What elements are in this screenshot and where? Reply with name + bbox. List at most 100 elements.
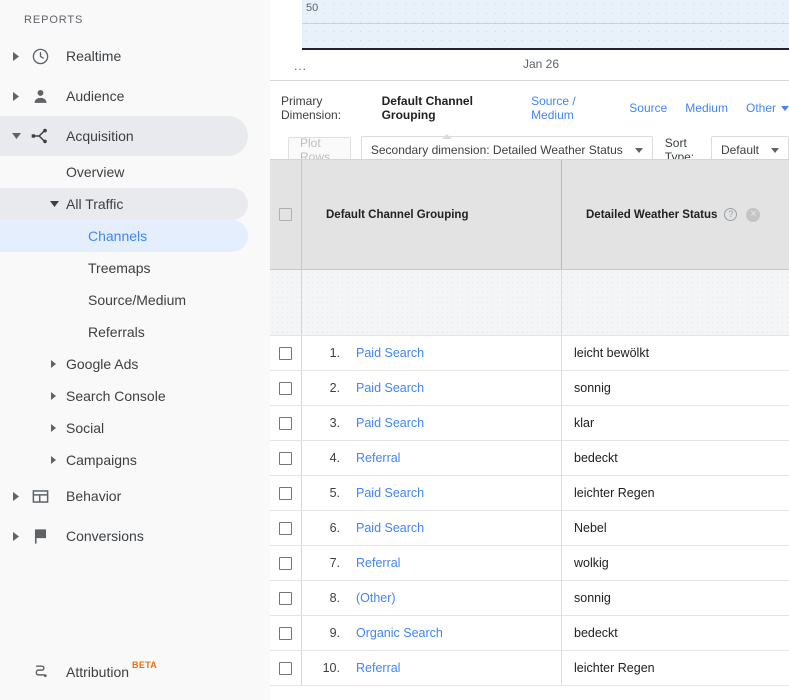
totals-checkbox-cell — [270, 270, 302, 335]
sidebar-item-label: Audience — [66, 88, 125, 104]
row-rank: 6. — [329, 521, 340, 535]
chevron-right-icon[interactable] — [50, 392, 64, 400]
remove-secondary-dimension-icon[interactable]: × — [746, 207, 761, 222]
sidebar-item-source-medium[interactable]: Source/Medium — [0, 284, 248, 316]
column-header-default-channel-grouping[interactable]: Default Channel Grouping — [302, 160, 562, 269]
sidebar-item-conversions[interactable]: Conversions — [0, 516, 248, 556]
sidebar-item-acquisition[interactable]: Acquisition — [0, 116, 248, 156]
row-checkbox[interactable] — [279, 626, 292, 640]
chevron-down-icon[interactable] — [50, 200, 64, 208]
chevron-right-icon[interactable] — [50, 456, 64, 464]
select-all-cell — [270, 160, 302, 269]
totals-cell-weather — [562, 270, 789, 335]
column-header-label: Default Channel Grouping — [326, 208, 469, 221]
chevron-right-icon[interactable] — [50, 360, 64, 368]
totals-cell-channel — [302, 270, 562, 335]
chart-y-tick-label: 50 — [306, 2, 319, 14]
sidebar-item-treemaps[interactable]: Treemaps — [0, 252, 248, 284]
attribution-icon — [28, 663, 52, 682]
sidebar-item-campaigns[interactable]: Campaigns — [0, 444, 248, 476]
primary-dimension-label: Primary Dimension: — [281, 94, 342, 122]
table-row: 2. Paid Search sonnig — [270, 371, 789, 406]
row-checkbox[interactable] — [279, 346, 292, 360]
channel-link[interactable]: (Other) — [356, 591, 396, 605]
primary-dimension-medium[interactable]: Medium — [685, 101, 728, 115]
table-row: 10. Referral leichter Regen — [270, 651, 789, 686]
row-checkbox[interactable] — [279, 521, 292, 535]
row-checkbox[interactable] — [279, 591, 292, 605]
chevron-down-icon[interactable] — [8, 132, 24, 140]
sidebar-item-label: Attribution — [66, 664, 130, 680]
sidebar-item-label: Acquisition — [66, 128, 134, 144]
channel-link[interactable]: Referral — [356, 556, 400, 570]
sidebar-item-label: Social — [66, 420, 105, 436]
cell-detailed-weather-status: leichter Regen — [562, 651, 789, 685]
cell-detailed-weather-status: leicht bewölkt — [562, 336, 789, 370]
sidebar-item-audience[interactable]: Audience — [0, 76, 248, 116]
primary-dimension-active[interactable]: Default Channel Grouping — [382, 94, 513, 139]
weather-value: sonnig — [574, 381, 611, 395]
chevron-right-icon[interactable] — [8, 91, 24, 101]
sidebar-item-social[interactable]: Social — [0, 412, 248, 444]
clock-icon — [28, 47, 52, 66]
chevron-right-icon[interactable] — [8, 531, 24, 541]
sidebar-item-label: Google Ads — [66, 356, 139, 372]
primary-dimension-other[interactable]: Other — [746, 101, 789, 115]
chevron-down-icon — [771, 147, 779, 153]
person-icon — [28, 87, 52, 106]
row-checkbox[interactable] — [279, 486, 292, 500]
table-row: 4. Referral bedeckt — [270, 441, 789, 476]
table-row: 6. Paid Search Nebel — [270, 511, 789, 546]
sidebar-item-label: Campaigns — [66, 452, 137, 468]
sidebar-item-referrals[interactable]: Referrals — [0, 316, 248, 348]
cell-detailed-weather-status: Nebel — [562, 511, 789, 545]
row-checkbox[interactable] — [279, 381, 292, 395]
channel-link[interactable]: Paid Search — [356, 381, 424, 395]
channel-link[interactable]: Paid Search — [356, 521, 424, 535]
sidebar-item-overview[interactable]: Overview — [0, 156, 248, 188]
chart-plot-area[interactable] — [302, 0, 789, 50]
primary-dimension-source[interactable]: Source — [629, 101, 667, 115]
cell-default-channel-grouping: 2. Paid Search — [302, 371, 562, 405]
sidebar-item-channels[interactable]: Channels — [0, 220, 248, 252]
row-checkbox[interactable] — [279, 661, 292, 675]
sidebar-item-google-ads[interactable]: Google Ads — [0, 348, 248, 380]
cell-detailed-weather-status: sonnig — [562, 581, 789, 615]
column-header-detailed-weather-status[interactable]: Detailed Weather Status ? × — [562, 160, 789, 269]
row-rank: 3. — [329, 416, 340, 430]
channel-link[interactable]: Organic Search — [356, 626, 443, 640]
channel-link[interactable]: Paid Search — [356, 416, 424, 430]
cell-default-channel-grouping: 10. Referral — [302, 651, 562, 685]
sidebar-item-label: Behavior — [66, 488, 122, 504]
row-checkbox[interactable] — [279, 416, 292, 430]
table-row: 9. Organic Search bedeckt — [270, 616, 789, 651]
weather-value: leichter Regen — [574, 486, 655, 500]
main-content: 50 ... Jan 26 Primary Dimension: Default… — [270, 0, 789, 700]
sidebar-item-realtime[interactable]: Realtime — [0, 36, 248, 76]
primary-dimension-source-medium[interactable]: Source / Medium — [531, 94, 611, 122]
row-checkbox[interactable] — [279, 556, 292, 570]
chevron-right-icon[interactable] — [8, 491, 24, 501]
beta-badge: BETA — [132, 660, 158, 670]
chart-gridline — [302, 23, 789, 24]
channel-link[interactable]: Referral — [356, 451, 400, 465]
chevron-right-icon[interactable] — [50, 424, 64, 432]
help-icon[interactable]: ? — [724, 208, 738, 221]
row-rank: 7. — [329, 556, 340, 570]
channel-link[interactable]: Paid Search — [356, 486, 424, 500]
row-rank: 9. — [329, 626, 340, 640]
chevron-down-icon — [634, 147, 643, 153]
row-checkbox[interactable] — [279, 451, 292, 465]
row-rank: 4. — [329, 451, 340, 465]
primary-dimension-bar: Primary Dimension: Default Channel Group… — [270, 81, 789, 139]
row-rank: 8. — [329, 591, 340, 605]
cell-default-channel-grouping: 9. Organic Search — [302, 616, 562, 650]
chevron-right-icon[interactable] — [8, 51, 24, 61]
channel-link[interactable]: Referral — [356, 661, 400, 675]
sidebar-item-attribution[interactable]: Attribution BETA — [0, 652, 248, 692]
select-all-checkbox[interactable] — [279, 208, 292, 221]
sidebar-item-search-console[interactable]: Search Console — [0, 380, 248, 412]
sidebar-item-all-traffic[interactable]: All Traffic — [0, 188, 248, 220]
sidebar-item-behavior[interactable]: Behavior — [0, 476, 248, 516]
channel-link[interactable]: Paid Search — [356, 346, 424, 360]
